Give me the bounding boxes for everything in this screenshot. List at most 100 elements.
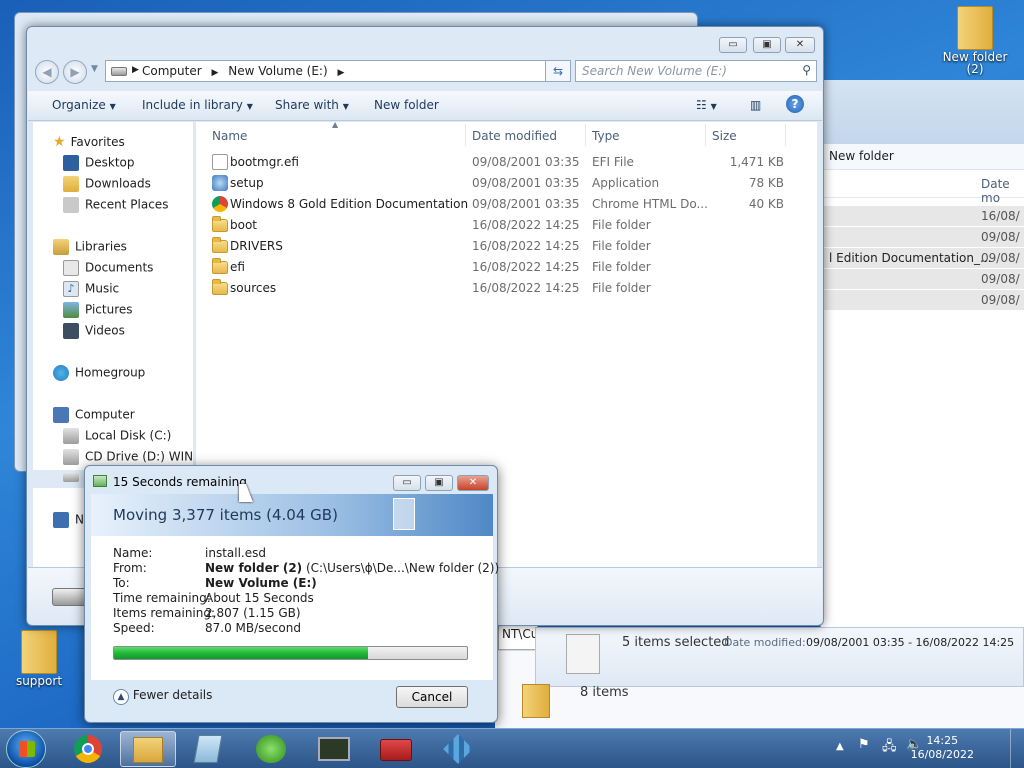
nav-computer[interactable]: Computer: [53, 407, 135, 425]
list-item[interactable]: 09/08/: [821, 269, 1024, 290]
cell-type: EFI File: [592, 155, 634, 169]
minimize-button[interactable]: ▭: [719, 37, 747, 53]
taskbar-toolbox[interactable]: [368, 731, 424, 767]
nav-label: Favorites: [70, 135, 125, 149]
list-item[interactable]: 09/08/: [821, 290, 1024, 311]
file-operation-dialog: 15 Seconds remaining ▭ ▣ ✕ Moving 3,377 …: [84, 465, 499, 723]
view-options-icon[interactable]: ☷ ▼: [696, 98, 717, 112]
desktop-icon-support[interactable]: support: [4, 630, 74, 688]
nav-local-disk[interactable]: Local Disk (C:): [63, 428, 171, 446]
column-header-name[interactable]: Name: [212, 124, 466, 146]
table-row[interactable]: efi 16/08/2022 14:25 File folder: [210, 257, 810, 278]
table-row[interactable]: boot 16/08/2022 14:25 File folder: [210, 215, 810, 236]
recent-pages-icon[interactable]: ▼: [91, 64, 98, 74]
detail-value: About 15 Seconds: [205, 591, 314, 605]
folder-icon: [212, 279, 228, 295]
fewer-details-label: Fewer details: [132, 688, 213, 702]
list-item[interactable]: 16/08/: [821, 206, 1024, 227]
taskbar-registry[interactable]: [430, 731, 486, 767]
nav-pictures[interactable]: Pictures: [63, 302, 133, 320]
clock[interactable]: 14:25 16/08/2022: [911, 734, 974, 762]
cell-name: boot: [230, 218, 258, 232]
maximize-button[interactable]: ▣: [753, 37, 781, 53]
cancel-button[interactable]: Cancel: [396, 686, 468, 708]
back-button[interactable]: ◀: [35, 60, 59, 84]
folder-icon: [212, 237, 228, 253]
share-with-button[interactable]: Share with ▼: [275, 98, 349, 112]
sort-up-icon: ▲: [332, 120, 339, 129]
desktop-icon-new-folder-2[interactable]: New folder (2): [940, 6, 1010, 76]
network-status-icon[interactable]: 🖧: [882, 737, 897, 759]
nav-homegroup[interactable]: Homegroup: [53, 365, 145, 383]
taskbar-explorer[interactable]: [120, 731, 176, 767]
nav-music[interactable]: ♪ Music: [63, 281, 119, 299]
help-icon[interactable]: ?: [786, 95, 804, 113]
column-header-type[interactable]: Type: [592, 124, 706, 146]
breadcrumb[interactable]: New folder: [821, 144, 1024, 170]
list-item[interactable]: l Edition Documentation_... 09/08/: [821, 248, 1024, 269]
column-header-size[interactable]: Size: [712, 124, 786, 146]
nav-label: Libraries: [75, 239, 127, 254]
detail-value[interactable]: New folder (2) (C:\Users\ɸ\De...\New fol…: [205, 561, 499, 575]
show-hidden-icons-icon[interactable]: ▲: [836, 741, 844, 752]
fewer-details-toggle[interactable]: ▲ Fewer details: [113, 688, 212, 705]
title-bar[interactable]: ▭ ▣ ✕: [27, 27, 823, 57]
address-row: ◀ ▶ ▼ ▶ Computer ▶ New Volume (E:) ▶ ▼ ⇆…: [33, 59, 817, 85]
table-row[interactable]: sources 16/08/2022 14:25 File folder: [210, 278, 810, 299]
table-row[interactable]: setup 09/08/2001 03:35 Application 78 KB: [210, 173, 810, 194]
table-row[interactable]: Windows 8 Gold Edition Documentation 09/0…: [210, 194, 810, 215]
cell-type: File folder: [592, 239, 651, 253]
close-button[interactable]: ✕: [785, 37, 815, 53]
nav-downloads[interactable]: Downloads: [63, 176, 151, 194]
chevron-right-icon[interactable]: ▶: [211, 68, 218, 78]
folder-icon: [21, 630, 57, 674]
chevron-right-icon[interactable]: ▶: [132, 65, 139, 75]
table-row[interactable]: bootmgr.efi 09/08/2001 03:35 EFI File 1,471…: [210, 152, 810, 173]
close-button[interactable]: ✕: [457, 475, 489, 491]
new-folder-button[interactable]: New folder: [374, 98, 439, 112]
registry-icon: [443, 734, 473, 764]
nav-label: Downloads: [85, 176, 151, 191]
from-folder: New folder (2): [205, 561, 303, 575]
search-input[interactable]: Search New Volume (E:) ⚲: [575, 60, 817, 82]
address-part-volume[interactable]: New Volume (E:): [228, 64, 327, 78]
drive-icon: [111, 67, 127, 76]
nav-favorites[interactable]: ★ Favorites: [53, 134, 125, 152]
show-desktop-button[interactable]: [1010, 729, 1024, 768]
cell-name: Windows 8 Gold Edition Documentation: [230, 197, 469, 211]
taskbar-notepad[interactable]: [182, 731, 238, 767]
taskbar-chrome[interactable]: [60, 731, 116, 767]
nav-label: Recent Places: [85, 197, 169, 212]
nav-videos[interactable]: Videos: [63, 323, 125, 341]
cell-date: 09/08/2001 03:35: [472, 197, 580, 211]
nav-libraries[interactable]: Libraries: [53, 239, 127, 257]
action-center-flag-icon[interactable]: ⚑: [858, 737, 870, 752]
refresh-button[interactable]: ⇆: [545, 60, 571, 82]
nav-network[interactable]: N: [53, 512, 84, 530]
column-header-date[interactable]: Date modified: [472, 124, 586, 146]
preview-pane-icon[interactable]: ▥: [750, 98, 761, 112]
table-row[interactable]: DRIVERS 16/08/2022 14:25 File folder: [210, 236, 810, 257]
nav-recent-places[interactable]: Recent Places: [63, 197, 168, 215]
organize-button[interactable]: Organize ▼: [52, 98, 116, 112]
forward-button[interactable]: ▶: [63, 60, 87, 84]
include-in-library-button[interactable]: Include in library ▼: [142, 98, 253, 112]
nav-documents[interactable]: Documents: [63, 260, 153, 278]
taskbar-idm[interactable]: [244, 731, 300, 767]
nav-desktop[interactable]: Desktop: [63, 155, 135, 173]
search-icon[interactable]: ⚲: [802, 63, 811, 77]
detail-value[interactable]: New Volume (E:): [205, 576, 317, 590]
chevron-right-icon[interactable]: ▶: [337, 68, 344, 78]
address-bar[interactable]: ▶ Computer ▶ New Volume (E:) ▶ ▼: [105, 60, 567, 82]
cell-date: 09/08/2001 03:35: [472, 176, 580, 190]
column-header-date[interactable]: Date mo: [821, 170, 1024, 205]
window-chrome: [821, 80, 1024, 144]
minimize-button[interactable]: ▭: [393, 475, 421, 491]
maximize-button[interactable]: ▣: [425, 475, 453, 491]
taskbar-task-manager[interactable]: [306, 731, 362, 767]
address-part-computer[interactable]: Computer: [142, 64, 202, 78]
clock-date: 16/08/2022: [910, 748, 974, 761]
list-item[interactable]: 09/08/: [821, 227, 1024, 248]
item-count: 8 items: [580, 685, 629, 700]
start-button[interactable]: [6, 730, 46, 768]
